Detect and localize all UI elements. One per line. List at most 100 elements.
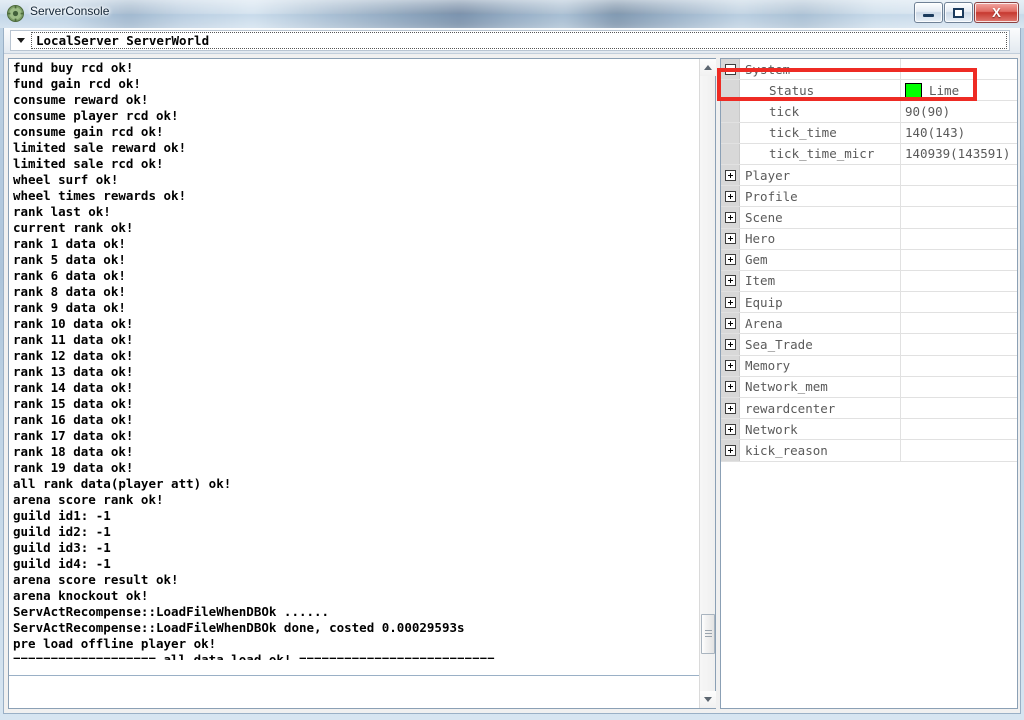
tree-row-label: Memory [740, 355, 901, 376]
minimize-button[interactable] [914, 2, 943, 23]
tree-row[interactable]: Gem [721, 249, 1017, 271]
tree-row-value [901, 250, 1017, 270]
expand-node-icon[interactable] [724, 169, 736, 181]
tree-row[interactable]: kick_reason [721, 440, 1017, 462]
tree-row-value [901, 356, 1017, 376]
tree-row-label: Status [740, 80, 901, 101]
tree-row-label: kick_reason [740, 440, 901, 461]
tree-row-gutter [721, 292, 740, 313]
expand-node-icon[interactable] [724, 360, 736, 372]
tree-row[interactable]: Profile [721, 186, 1017, 208]
property-tree-panel[interactable]: System Status Lime tick 90(90) tick_time 140(1… [720, 58, 1018, 709]
tree-row-label: tick_time_micr [740, 143, 901, 164]
tree-row[interactable]: Network_mem [721, 376, 1017, 398]
tree-row-value-text: Lime [929, 82, 960, 98]
close-button[interactable]: X [974, 2, 1019, 23]
expand-node-icon[interactable] [724, 402, 736, 414]
tree-row-value [901, 419, 1017, 439]
gear-icon [7, 5, 24, 22]
tree-row[interactable]: Item [721, 270, 1017, 293]
tree-row-value [901, 398, 1017, 418]
tree-row-gutter [721, 249, 740, 270]
chevron-down-icon[interactable] [11, 31, 31, 50]
tree-row-value: 140(143) [901, 123, 1017, 143]
tree-row-value: 140939(143591) [901, 144, 1017, 164]
tree-row-gutter [721, 440, 740, 461]
title-bar[interactable]: ServerConsole X [0, 0, 1024, 28]
tree-row-value [901, 377, 1017, 397]
tree-row-value-text: 140939(143591) [905, 146, 1011, 162]
tree-row-value [901, 59, 1017, 79]
tree-row-gutter [721, 101, 740, 122]
tree-row[interactable]: Hero [721, 228, 1017, 250]
tree-row[interactable]: Memory [721, 355, 1017, 377]
tree-row[interactable]: Arena [721, 313, 1017, 335]
tree-row[interactable]: tick_time_micr 140939(143591) [721, 143, 1017, 165]
tree-row-gutter [721, 80, 740, 101]
maximize-icon [945, 3, 972, 22]
tree-row[interactable]: rewardcenter [721, 398, 1017, 420]
tree-row[interactable]: System [721, 59, 1017, 81]
minimize-icon [915, 3, 942, 22]
tree-row-value [901, 313, 1017, 333]
log-scrollbar-thumb[interactable] [701, 614, 715, 654]
server-selector-value: LocalServer ServerWorld [31, 32, 1007, 49]
tree-row-label: Equip [740, 292, 901, 313]
expand-node-icon[interactable] [724, 233, 736, 245]
tree-row[interactable]: Player [721, 164, 1017, 187]
tree-row-value-text: 140(143) [905, 125, 966, 141]
tree-row-gutter [721, 419, 740, 440]
tree-row-gutter [721, 376, 740, 397]
tree-row-gutter [721, 207, 740, 228]
tree-row-gutter [721, 334, 740, 355]
tree-row-value-text: 90(90) [905, 103, 951, 119]
tree-row[interactable]: Equip [721, 292, 1017, 314]
tree-row[interactable]: Network [721, 419, 1017, 441]
expand-node-icon[interactable] [724, 317, 736, 329]
tree-row-gutter [721, 270, 740, 292]
tree-row[interactable]: Sea_Trade [721, 334, 1017, 356]
log-vertical-scrollbar[interactable] [699, 59, 716, 708]
expand-node-icon[interactable] [724, 254, 736, 266]
expand-node-icon[interactable] [724, 423, 736, 435]
expand-node-icon[interactable] [724, 444, 736, 456]
tree-row-gutter [721, 313, 740, 334]
log-scroll-area[interactable]: fund buy rcd ok! fund gain rcd ok! consu… [9, 59, 716, 708]
server-console-window: ServerConsole X LocalServer ServerWorld [0, 0, 1024, 720]
tree-row-value [901, 207, 1017, 227]
tree-row-gutter [721, 228, 740, 249]
log-output-text: fund buy rcd ok! fund gain rcd ok! consu… [13, 60, 495, 660]
expand-node-icon[interactable] [724, 190, 736, 202]
tree-row[interactable]: Status Lime [721, 80, 1017, 102]
log-panel: fund buy rcd ok! fund gain rcd ok! consu… [8, 58, 716, 709]
tree-row-label: System [740, 59, 901, 80]
tree-row[interactable]: tick_time 140(143) [721, 122, 1017, 144]
expand-node-icon[interactable] [724, 275, 736, 287]
maximize-button[interactable] [944, 2, 973, 23]
tree-row-gutter [721, 398, 740, 419]
server-selector-dropdown[interactable]: LocalServer ServerWorld [10, 30, 1010, 51]
tree-row-value [901, 440, 1017, 460]
log-command-input[interactable] [9, 675, 701, 708]
tree-row-label: Hero [740, 228, 901, 249]
expand-node-icon[interactable] [724, 296, 736, 308]
tree-row-value [901, 229, 1017, 249]
tree-row-label: Gem [740, 249, 901, 270]
tree-row-gutter [721, 59, 740, 80]
scroll-down-icon[interactable] [700, 691, 716, 708]
expand-node-icon[interactable] [724, 381, 736, 393]
tree-row[interactable]: Scene [721, 207, 1017, 229]
expand-node-icon[interactable] [724, 339, 736, 351]
tree-row[interactable]: tick 90(90) [721, 101, 1017, 123]
tree-row-label: Item [740, 270, 901, 292]
tree-row-gutter [721, 186, 740, 207]
expand-node-icon[interactable] [724, 211, 736, 223]
tree-row-label: rewardcenter [740, 398, 901, 419]
tree-row-label: tick [740, 101, 901, 122]
tree-row-label: Arena [740, 313, 901, 334]
tree-row-value: Lime [901, 80, 1017, 100]
collapse-node-icon[interactable] [724, 63, 736, 75]
tree-row-value [901, 165, 1017, 185]
tree-row-value [901, 292, 1017, 312]
scroll-up-icon[interactable] [700, 59, 716, 76]
